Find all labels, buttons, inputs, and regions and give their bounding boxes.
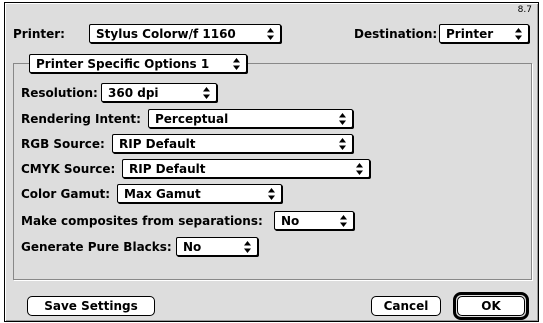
destination-popup[interactable]: Printer [439, 24, 529, 43]
rgb-source-value: RIP Default [119, 137, 196, 151]
pure-blacks-label: Generate Pure Blacks: [21, 240, 172, 254]
cmyk-source-label: CMYK Source: [21, 162, 116, 176]
updown-arrows-icon [338, 111, 347, 127]
updown-arrows-icon [355, 161, 364, 177]
updown-arrows-icon [232, 56, 241, 72]
resolution-label: Resolution: [21, 86, 98, 100]
updown-arrows-icon [514, 26, 523, 42]
rgb-source-label: RGB Source: [21, 137, 105, 151]
updown-arrows-icon [266, 26, 275, 42]
rendering-intent-label: Rendering Intent: [21, 112, 141, 126]
updown-arrows-icon [267, 186, 276, 202]
cmyk-source-popup[interactable]: RIP Default [122, 159, 370, 178]
updown-arrows-icon [243, 239, 252, 255]
make-composites-label: Make composites from separations: [21, 214, 263, 228]
panel-popup[interactable]: Printer Specific Options 1 [29, 54, 247, 73]
ok-button[interactable]: OK [457, 296, 525, 316]
make-composites-popup[interactable]: No [274, 211, 354, 230]
resolution-value: 360 dpi [108, 86, 159, 100]
destination-label: Destination: [354, 27, 438, 41]
printer-value: Stylus Colorw/f 1160 [96, 27, 236, 41]
print-options-dialog: 8.7 Printer: Stylus Colorw/f 1160 Destin… [4, 2, 539, 322]
rendering-intent-value: Perceptual [155, 112, 229, 126]
version-label: 8.7 [517, 5, 532, 15]
pure-blacks-value: No [183, 240, 202, 254]
color-gamut-value: Max Gamut [124, 187, 201, 201]
rgb-source-popup[interactable]: RIP Default [112, 134, 353, 153]
resolution-popup[interactable]: 360 dpi [101, 83, 217, 102]
cancel-button[interactable]: Cancel [371, 296, 441, 316]
make-composites-value: No [281, 214, 300, 228]
printer-label: Printer: [13, 27, 65, 41]
updown-arrows-icon [338, 136, 347, 152]
updown-arrows-icon [202, 85, 211, 101]
color-gamut-label: Color Gamut: [21, 187, 111, 201]
rendering-intent-popup[interactable]: Perceptual [148, 109, 353, 128]
panel-value: Printer Specific Options 1 [36, 57, 210, 71]
updown-arrows-icon [339, 213, 348, 229]
printer-popup[interactable]: Stylus Colorw/f 1160 [89, 24, 281, 43]
pure-blacks-popup[interactable]: No [176, 237, 258, 256]
cmyk-source-value: RIP Default [129, 162, 206, 176]
color-gamut-popup[interactable]: Max Gamut [117, 184, 282, 203]
destination-value: Printer [446, 27, 494, 41]
save-settings-button[interactable]: Save Settings [27, 296, 155, 316]
